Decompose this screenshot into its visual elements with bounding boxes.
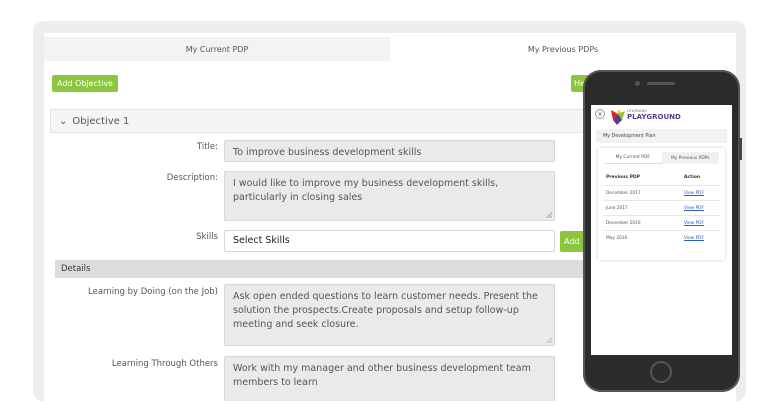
mobile-tabs: My Current PDF My Previous PDPs	[604, 152, 719, 164]
table-row: May 2016 View PDF	[604, 230, 719, 246]
objective-title: Objective 1	[72, 115, 130, 127]
mobile-tab-previous[interactable]: My Previous PDPs	[661, 152, 719, 164]
learning-by-doing-field[interactable]: Ask open ended questions to learn custom…	[224, 284, 555, 346]
skills-label: Skills	[196, 232, 218, 242]
objective-header[interactable]: ⌄ Objective 1	[50, 109, 610, 133]
side-button	[739, 138, 742, 160]
view-pdf-link[interactable]: View PDF	[684, 221, 704, 226]
logo-text-big: PLAYGROUND	[627, 113, 681, 121]
title-field[interactable]: To improve business development skills	[224, 140, 555, 162]
description-field[interactable]: I would like to improve my business deve…	[224, 171, 555, 221]
speaker-icon	[647, 82, 675, 85]
resize-handle-icon[interactable]	[546, 337, 552, 343]
description-label: Description:	[166, 173, 218, 183]
table-row: December 2017 View PDF	[604, 185, 719, 201]
mobile-pdp-card: My Current PDF My Previous PDPs Previous…	[598, 148, 725, 260]
mobile-tab-current[interactable]: My Current PDF	[604, 152, 662, 164]
row-date: December 2017	[606, 191, 641, 196]
row-date: June 2017	[606, 206, 628, 211]
view-pdf-link[interactable]: View PDF	[684, 206, 704, 211]
row-date: December 2016	[606, 221, 641, 226]
view-pdf-link[interactable]: View PDF	[684, 236, 704, 241]
resize-handle-icon[interactable]	[546, 212, 552, 218]
table-row: December 2016 View PDF	[604, 215, 719, 231]
playground-logo-icon	[611, 109, 625, 125]
add-objective-button[interactable]: Add Objective	[52, 75, 118, 92]
view-pdf-link[interactable]: View PDF	[684, 191, 704, 196]
learning-playground-logo: LEARNING PLAYGROUND	[609, 107, 681, 127]
title-label: Title:	[196, 142, 218, 152]
mobile-screen: × LEARNING PLAYGROUND My Development Pla…	[591, 105, 732, 355]
pdp-tabs: My Current PDP My Previous PDPs	[44, 37, 736, 61]
camera-icon	[635, 81, 640, 86]
column-header-action: Action	[684, 175, 701, 180]
tab-my-previous-pdps[interactable]: My Previous PDPs	[390, 37, 736, 61]
learning-by-doing-text: Ask open ended questions to learn custom…	[233, 291, 538, 330]
row-date: May 2016	[606, 236, 628, 241]
column-header-previous-pdp: Previous PDP	[606, 175, 640, 180]
close-icon[interactable]: ×	[595, 109, 605, 119]
skills-select[interactable]: Select Skills	[224, 230, 555, 252]
learning-by-doing-label: Learning by Doing (on the Job)	[88, 287, 218, 297]
tab-my-current-pdp[interactable]: My Current PDP	[44, 37, 390, 61]
home-button[interactable]	[650, 361, 672, 383]
chevron-down-icon: ⌄	[59, 115, 68, 127]
learning-through-others-text: Work with my manager and other business …	[233, 363, 531, 388]
learning-through-others-label: Learning Through Others	[111, 359, 218, 369]
table-row: June 2017 View PDF	[604, 200, 719, 216]
mobile-phone-mockup: × LEARNING PLAYGROUND My Development Pla…	[583, 70, 742, 392]
mobile-plan-title: My Development Plan	[596, 129, 727, 143]
details-section-header: Details	[55, 260, 615, 278]
description-text: I would like to improve my business deve…	[233, 178, 499, 203]
learning-through-others-field[interactable]: Work with my manager and other business …	[224, 356, 555, 401]
